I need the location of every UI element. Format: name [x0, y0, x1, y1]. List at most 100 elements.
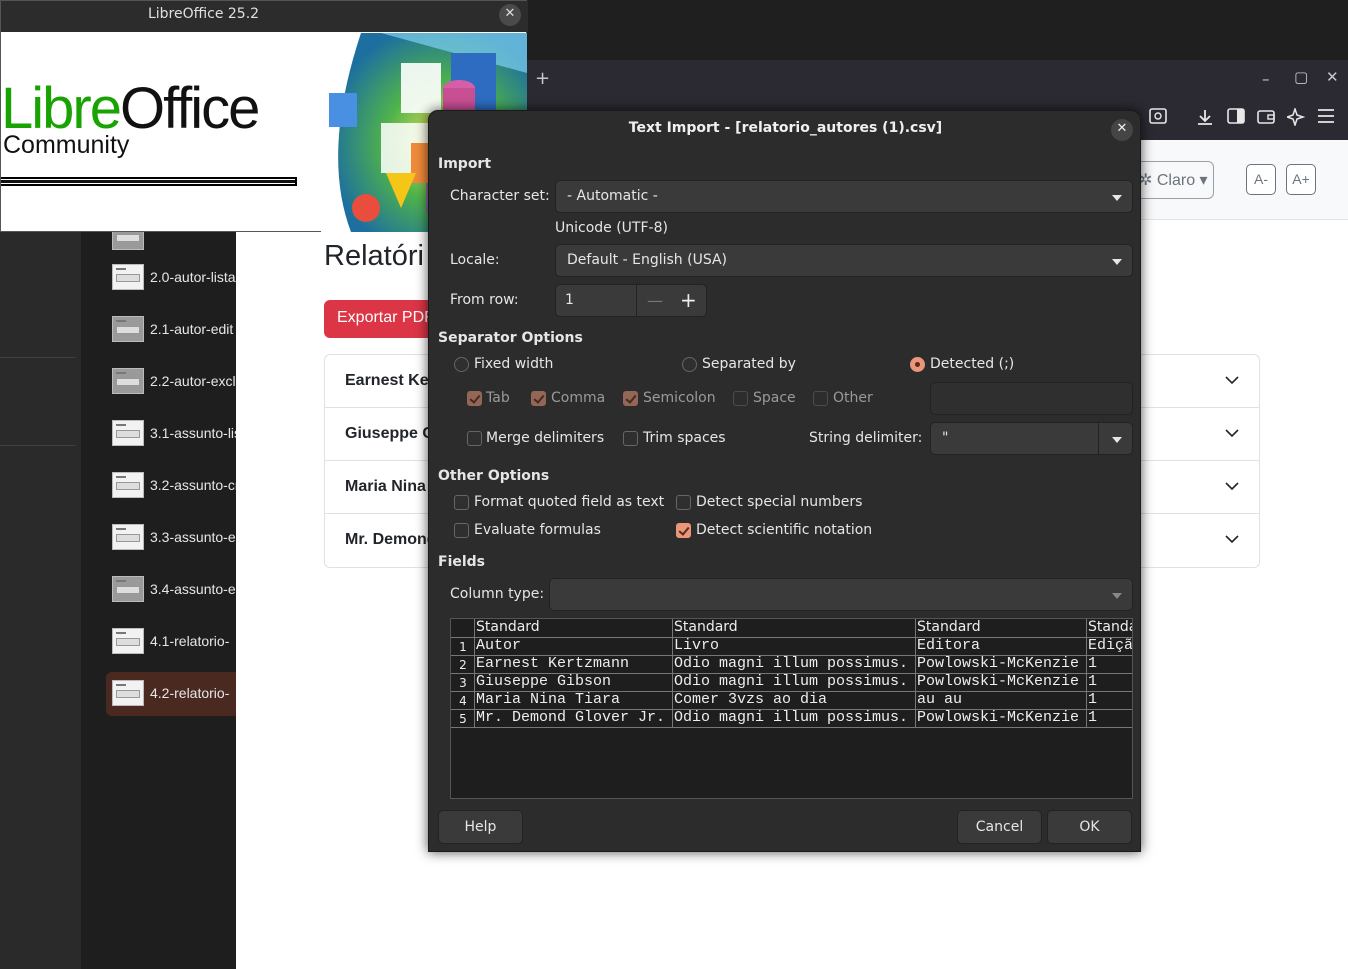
column-type-label: Column type:	[450, 586, 545, 602]
other-label: Other	[833, 390, 873, 406]
minimize-button[interactable]: –	[1262, 70, 1270, 88]
comma-checkbox[interactable]	[531, 391, 546, 406]
detect-special-checkbox[interactable]	[676, 495, 691, 510]
row-number: 2	[459, 658, 467, 672]
table-cell: Powlowski-McKenzie	[917, 709, 1080, 726]
string-delimiter-value: "	[942, 430, 949, 446]
list-item[interactable]: 3.1-assunto-lis	[106, 412, 236, 456]
merge-delimiters-checkbox[interactable]	[467, 431, 482, 446]
list-item[interactable]: 2.2-autor-excl	[106, 360, 236, 404]
ok-button[interactable]: OK	[1047, 810, 1132, 844]
help-button[interactable]: Help	[438, 810, 523, 844]
file-manager-sidebar	[0, 230, 81, 969]
list-item[interactable]: 2.0-autor-lista	[106, 256, 236, 300]
chevron-down-icon	[1225, 376, 1239, 385]
charset-select[interactable]: - Automatic -	[555, 180, 1133, 213]
list-item[interactable]: 3.4-assunto-ex	[106, 568, 236, 612]
space-label: Space	[753, 390, 796, 406]
format-quoted-checkbox[interactable]	[454, 495, 469, 510]
list-item[interactable]: 3.2-assunto-cri	[106, 464, 236, 508]
from-row-label: From row:	[450, 292, 519, 308]
font-increase-button[interactable]: A+	[1286, 164, 1316, 195]
maximize-button[interactable]: ▢	[1294, 68, 1308, 86]
trim-spaces-checkbox[interactable]	[623, 431, 638, 446]
semicolon-checkbox[interactable]	[623, 391, 638, 406]
list-item[interactable]: 2.1-autor-edit	[106, 308, 236, 352]
sparkle-icon[interactable]	[1284, 106, 1307, 131]
close-window-button[interactable]: ✕	[1326, 68, 1339, 86]
column-header[interactable]: Standard	[673, 619, 916, 637]
menu-icon[interactable]	[1315, 108, 1337, 129]
grid-line	[451, 727, 1132, 728]
download-icon[interactable]	[1194, 108, 1216, 131]
file-thumbnail	[112, 524, 144, 550]
list-item[interactable]: 4.1-relatorio-	[106, 620, 236, 664]
wallet-icon[interactable]	[1255, 108, 1277, 129]
format-quoted-label: Format quoted field as text	[474, 494, 665, 510]
column-header[interactable]: Standard	[475, 619, 673, 637]
row-number: 1	[459, 640, 467, 654]
divider	[636, 285, 637, 316]
reader-icon[interactable]	[1147, 108, 1169, 129]
close-icon[interactable]: ✕	[1111, 119, 1133, 141]
table-cell: Comer 3vzs ao dia	[674, 691, 828, 708]
separated-by-radio[interactable]	[682, 357, 697, 372]
chevron-down-icon	[1112, 195, 1122, 201]
file-name: 3.4-assunto-ex	[150, 581, 236, 597]
table-cell: Powlowski-McKenzie	[917, 655, 1080, 672]
separated-by-label: Separated by	[702, 356, 796, 372]
table-cell: Giuseppe Gibson	[476, 673, 612, 690]
plus-icon[interactable]: +	[680, 288, 697, 312]
file-name: 2.0-autor-lista	[150, 269, 236, 285]
fixed-width-radio[interactable]	[454, 357, 469, 372]
cancel-button[interactable]: Cancel	[957, 810, 1042, 844]
chevron-down-icon	[1112, 259, 1122, 265]
sidebar-icon[interactable]	[1225, 108, 1247, 129]
table-cell: 1	[1088, 655, 1098, 672]
other-checkbox[interactable]	[813, 391, 828, 406]
from-row-spinner[interactable]: 1 — +	[555, 284, 707, 317]
theme-toggle-button[interactable]: ✲ Claro ▾	[1130, 161, 1214, 199]
table-cell: Odio magni illum possimus.	[674, 709, 909, 726]
column-type-select[interactable]	[549, 578, 1133, 611]
comma-label: Comma	[551, 390, 606, 406]
table-cell: Editora	[917, 637, 981, 654]
table-cell: Odio magni illum possimus.	[674, 655, 909, 672]
theme-label: Claro	[1156, 172, 1196, 189]
from-row-value: 1	[565, 292, 574, 308]
charset-label: Character set:	[450, 188, 550, 204]
other-separator-input[interactable]	[930, 382, 1133, 415]
list-item-selected[interactable]: 4.2-relatorio-	[106, 672, 236, 716]
splash-title: LibreOffice 25.2	[147, 6, 260, 22]
font-decrease-button[interactable]: A-	[1246, 164, 1276, 195]
detect-scientific-checkbox[interactable]	[676, 523, 691, 538]
table-cell: Livro	[674, 637, 720, 654]
import-preview-grid[interactable]: Standard Standard Standard Standard 1 Au…	[450, 618, 1133, 799]
export-pdf-button[interactable]: Exportar PDF	[324, 300, 436, 338]
file-name: 2.2-autor-excl	[150, 373, 236, 389]
evaluate-formulas-checkbox[interactable]	[454, 523, 469, 538]
table-cell: au au	[917, 691, 963, 708]
string-delimiter-select[interactable]: "	[930, 422, 1133, 455]
report-title: Relatóri	[324, 240, 424, 272]
accordion-label: Giuseppe G	[345, 425, 435, 442]
tab-checkbox[interactable]	[467, 391, 482, 406]
file-name: 3.1-assunto-lis	[150, 425, 236, 441]
column-header[interactable]: Standard	[1087, 619, 1132, 637]
column-header[interactable]: Standard	[916, 619, 1087, 637]
chevron-down-icon	[1225, 429, 1239, 438]
file-name: 3.2-assunto-cri	[150, 477, 236, 493]
file-thumbnail	[112, 680, 144, 706]
close-icon[interactable]: ✕	[499, 4, 521, 26]
file-name: 4.1-relatorio-	[150, 633, 230, 649]
charset-value: - Automatic -	[567, 188, 658, 204]
list-item[interactable]: 3.3-assunto-ed	[106, 516, 236, 560]
minus-icon[interactable]: —	[647, 291, 663, 310]
space-checkbox[interactable]	[733, 391, 748, 406]
file-thumbnail	[112, 420, 144, 446]
new-tab-button[interactable]: +	[535, 68, 550, 89]
detected-radio[interactable]	[910, 357, 925, 372]
detect-scientific-label: Detect scientific notation	[696, 522, 873, 538]
locale-select[interactable]: Default - English (USA)	[555, 244, 1133, 277]
evaluate-formulas-label: Evaluate formulas	[474, 522, 601, 538]
